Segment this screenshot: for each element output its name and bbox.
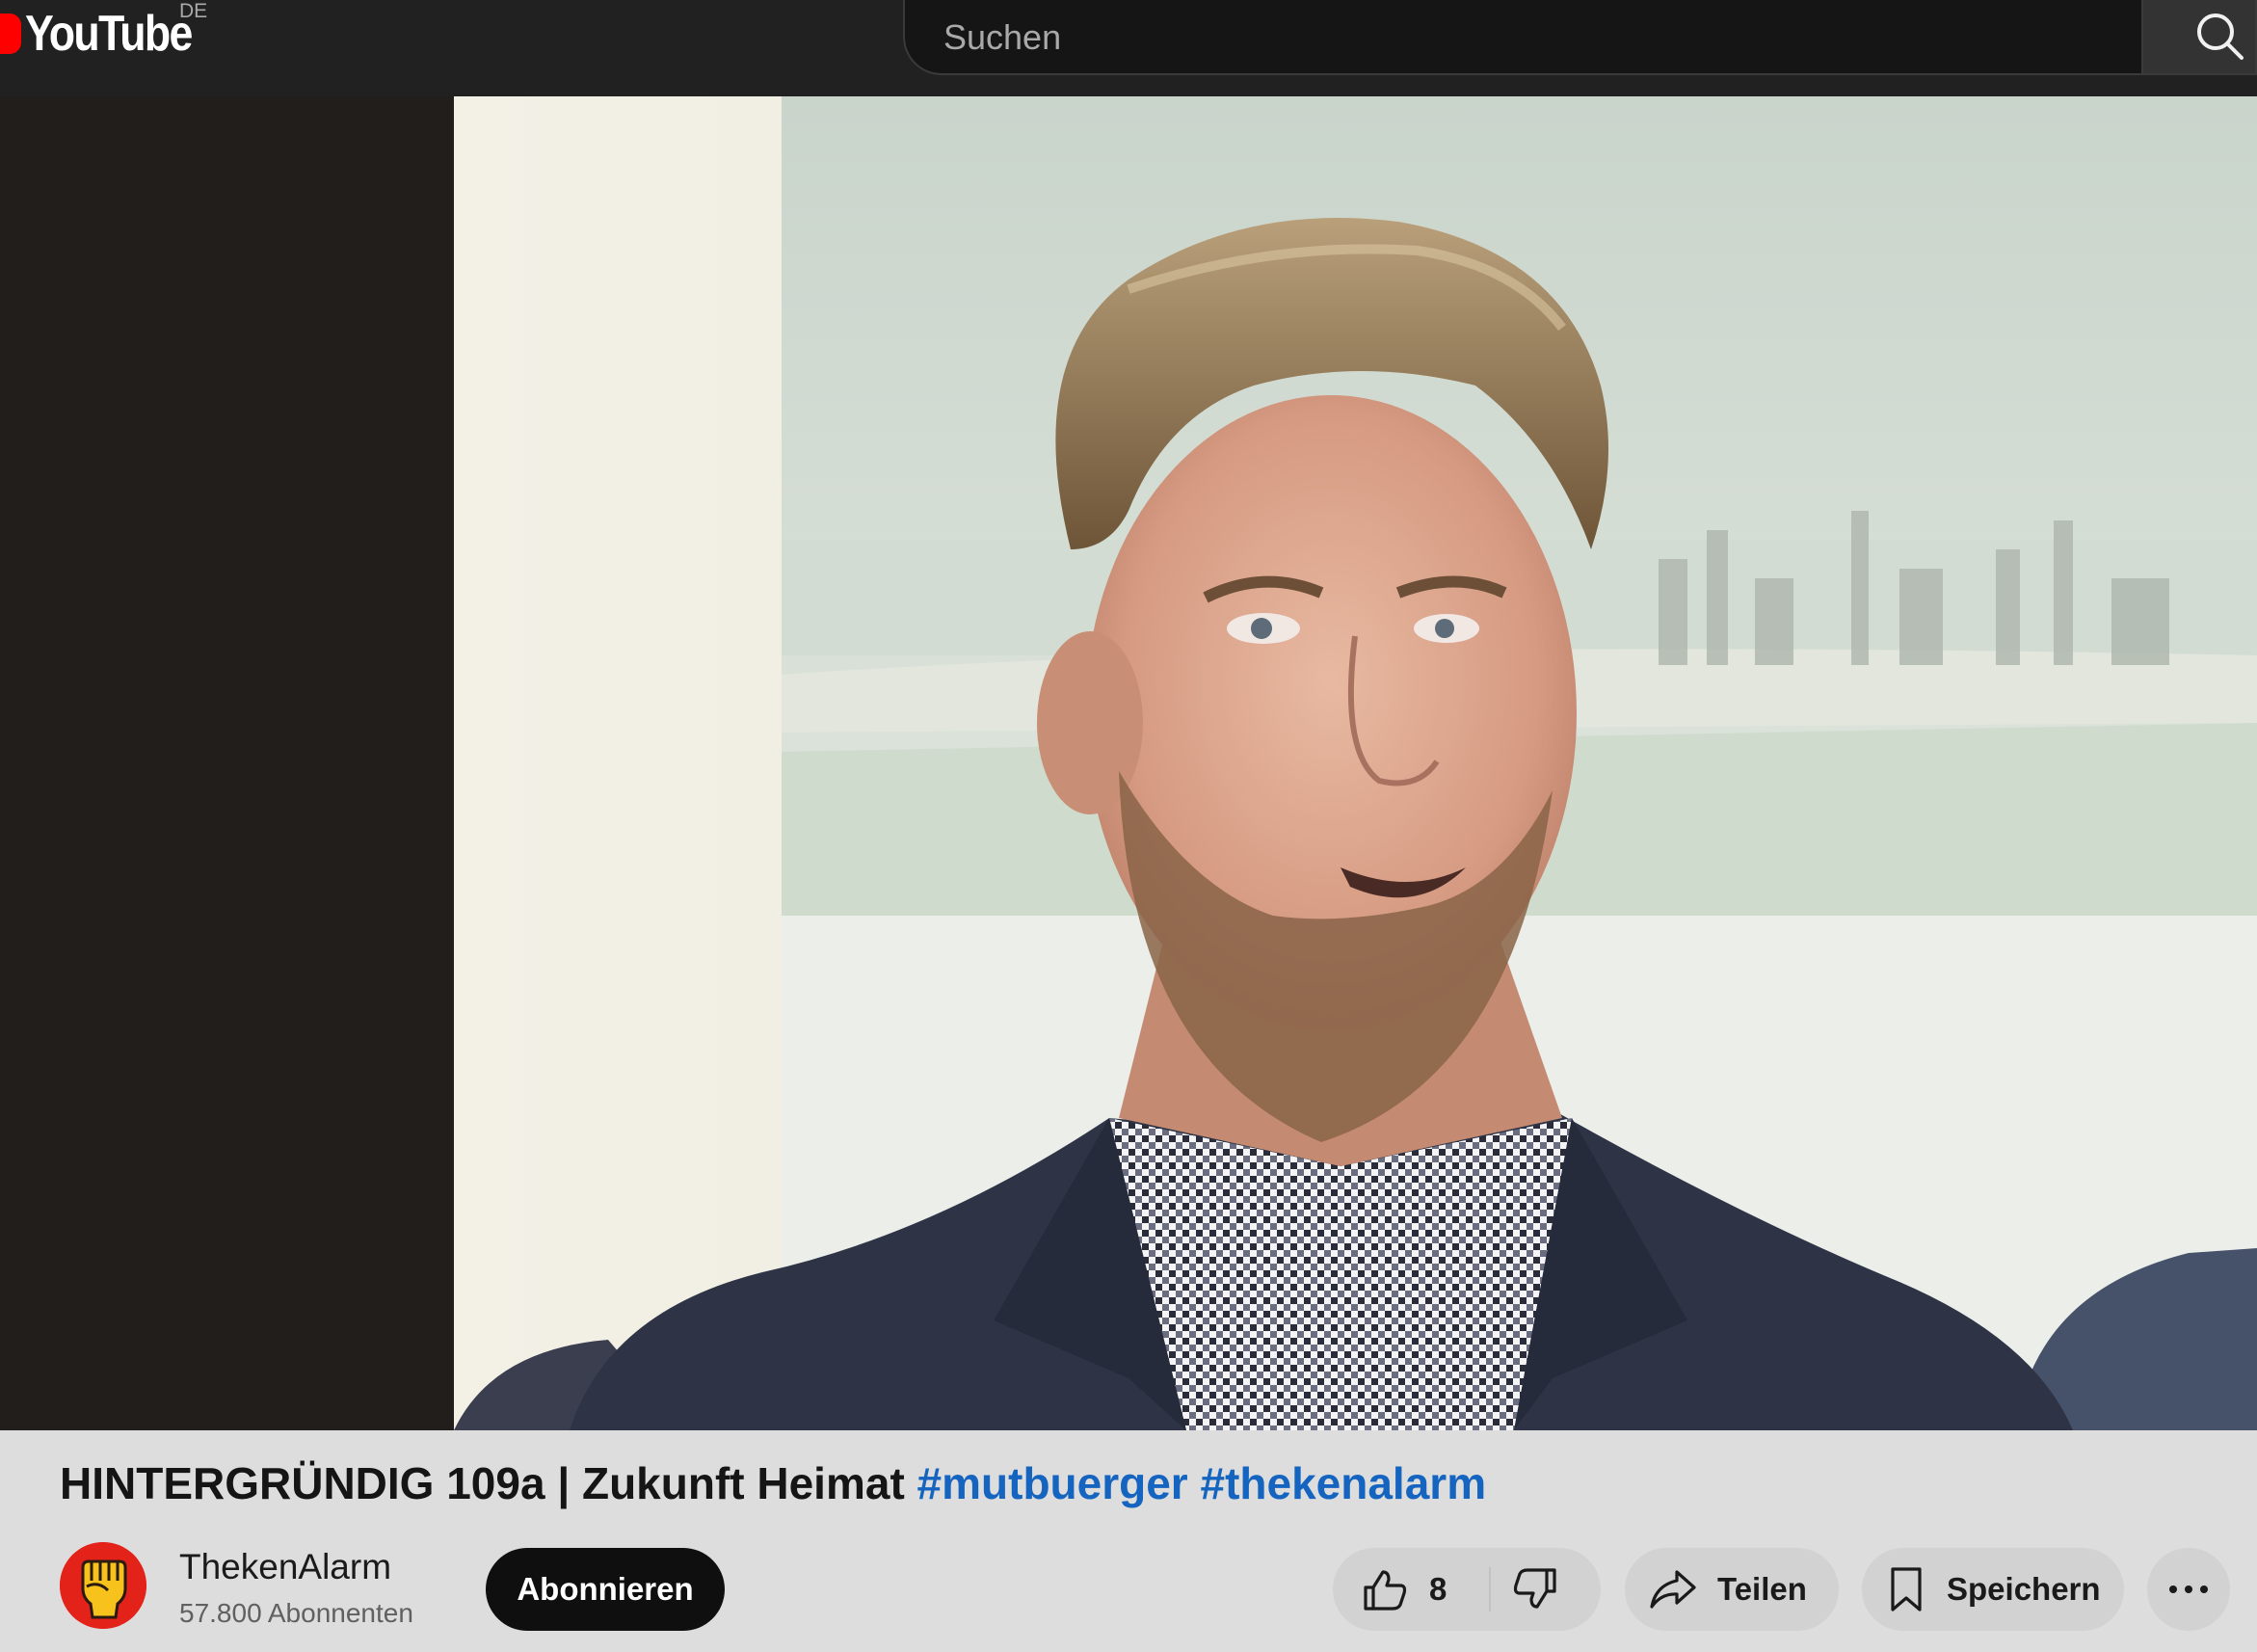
video-title-text: HINTERGRÜNDIG 109a | Zukunft Heimat <box>60 1458 905 1508</box>
like-count: 8 <box>1429 1571 1447 1607</box>
region-code: DE <box>179 0 208 22</box>
logo-text: YouTube <box>25 6 193 62</box>
search-box <box>903 0 2141 75</box>
youtube-watch-page: YouTube DE Suchen HINTERGRÜNDIG 109a | Z… <box>0 0 2257 1652</box>
youtube-play-icon <box>0 13 21 54</box>
more-horizontal-icon <box>2169 1585 2208 1593</box>
player-letterbox <box>0 96 454 1430</box>
save-label: Speichern <box>1947 1571 2101 1607</box>
save-button[interactable]: Speichern <box>1862 1548 2124 1631</box>
subscribe-button[interactable]: Abonnieren <box>486 1548 725 1631</box>
like-button[interactable]: 8 <box>1362 1548 1447 1631</box>
bookmark-icon <box>1891 1567 1922 1612</box>
share-arrow-icon <box>1650 1570 1696 1609</box>
channel-name[interactable]: ThekenAlarm <box>179 1547 391 1587</box>
video-player[interactable] <box>454 96 2257 1430</box>
hashtag-mutbuerger[interactable]: #mutbuerger <box>917 1458 1188 1508</box>
hashtag-thekenalarm[interactable]: #thekenalarm <box>1201 1458 1487 1508</box>
search-input[interactable] <box>942 8 2102 67</box>
video-title: HINTERGRÜNDIG 109a | Zukunft Heimat #mut… <box>60 1457 1486 1509</box>
share-button[interactable]: Teilen <box>1625 1548 1839 1631</box>
share-label: Teilen <box>1717 1571 1807 1607</box>
thumbs-up-icon <box>1364 1570 1407 1611</box>
top-bar: YouTube DE <box>0 0 2257 96</box>
thumbs-down-icon <box>1513 1568 1556 1609</box>
channel-avatar[interactable] <box>60 1542 146 1629</box>
subscriber-count: 57.800 Abonnenten <box>179 1598 413 1628</box>
video-frame-image <box>454 96 2257 1430</box>
raised-fist-icon <box>60 1542 146 1629</box>
search-button[interactable] <box>2141 0 2257 75</box>
like-dislike-divider <box>1489 1567 1491 1612</box>
like-dislike-group: 8 <box>1333 1548 1601 1631</box>
search-icon <box>2197 13 2244 60</box>
more-actions-button[interactable] <box>2147 1548 2230 1631</box>
dislike-button[interactable] <box>1512 1548 1558 1631</box>
